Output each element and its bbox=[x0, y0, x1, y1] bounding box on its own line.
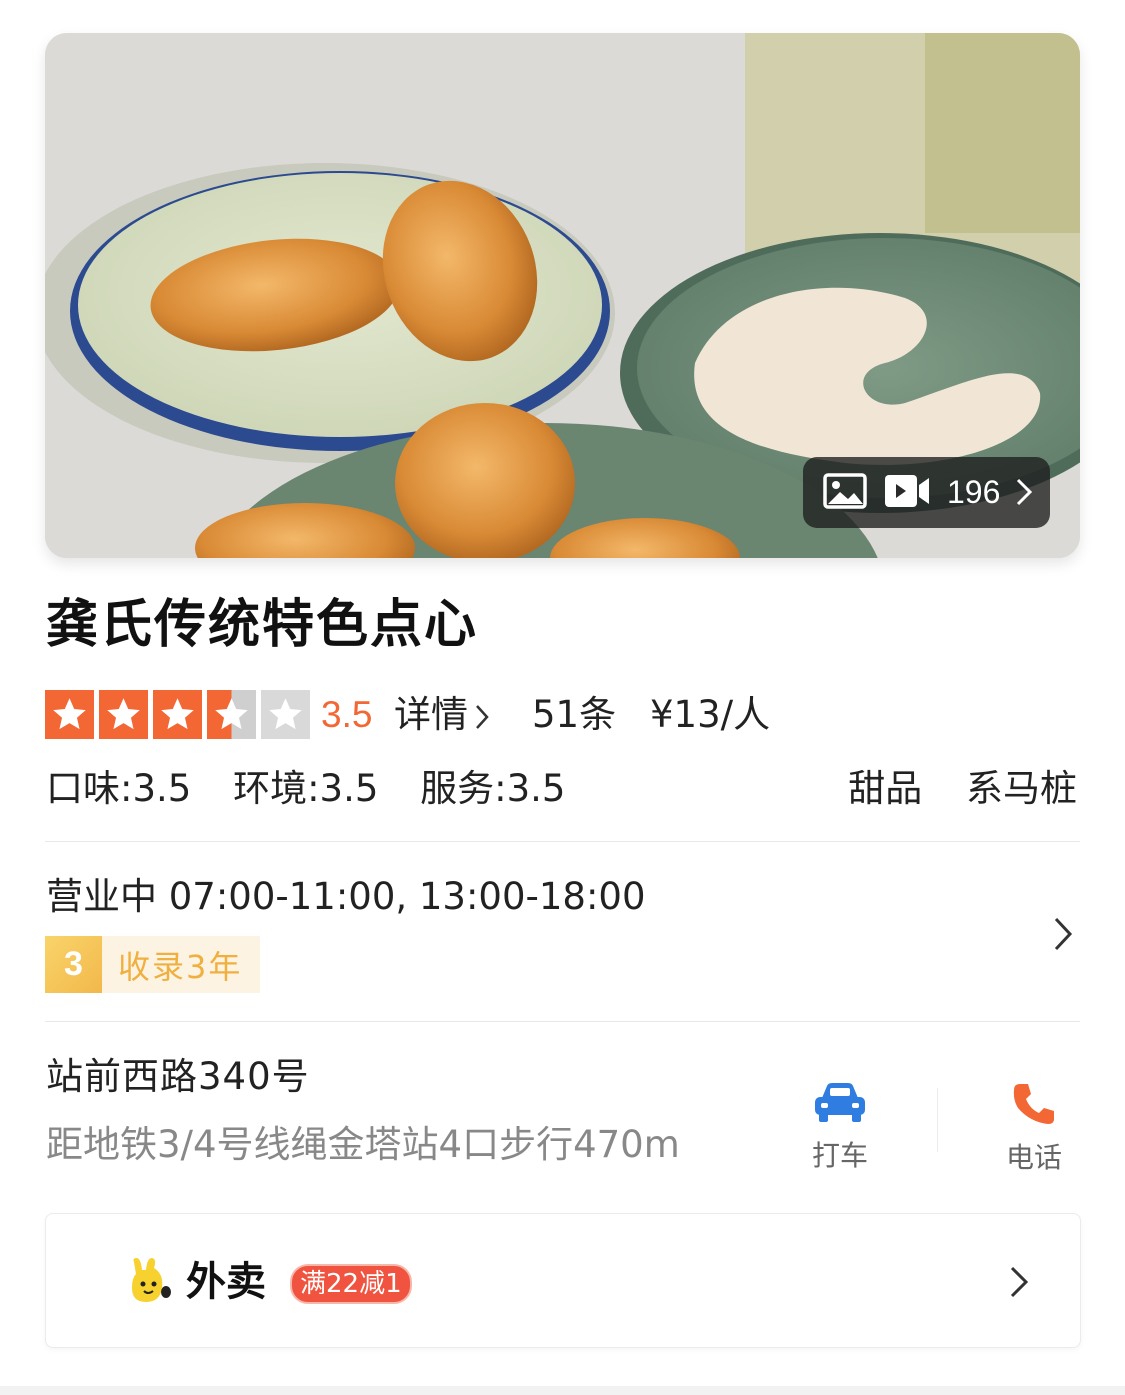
category-tags: 甜品 系马桩 bbox=[816, 766, 1077, 812]
takeout-card[interactable]: 外卖 满22减1 bbox=[45, 1213, 1081, 1348]
star-icon bbox=[45, 690, 94, 739]
action-divider bbox=[937, 1088, 938, 1152]
phone-icon bbox=[1013, 1084, 1054, 1124]
call-label: 电话 bbox=[1005, 1141, 1062, 1174]
badge-text: 收录3年 bbox=[118, 947, 243, 986]
business-hours[interactable]: 营业中 07:00-11:00, 13:00-18:00 bbox=[46, 874, 646, 920]
rating-score: 3.5 bbox=[321, 694, 373, 735]
empty-star-icon bbox=[261, 690, 310, 739]
taxi-button[interactable]: 打车 bbox=[790, 1080, 890, 1174]
section-separator bbox=[0, 1386, 1125, 1395]
chevron-right-icon bbox=[1016, 478, 1033, 506]
shop-name: 龚氏传统特色点心 bbox=[46, 595, 479, 655]
price-per-person: ¥13/人 bbox=[650, 693, 771, 736]
review-details-label: 详情 bbox=[394, 693, 468, 736]
chevron-right-icon bbox=[476, 704, 489, 729]
image-icon bbox=[823, 473, 867, 509]
divider bbox=[45, 1021, 1080, 1022]
media-gallery-button[interactable]: 196 bbox=[803, 457, 1050, 528]
taxi-label: 打车 bbox=[811, 1139, 868, 1172]
chevron-right-icon bbox=[1010, 1266, 1029, 1298]
listed-years-badge: 3 收录3年 bbox=[45, 936, 261, 993]
rating-stars bbox=[45, 690, 315, 740]
call-button[interactable]: 电话 bbox=[984, 1080, 1084, 1176]
takeout-label: 外卖 bbox=[186, 1259, 266, 1305]
review-count: 51条 bbox=[532, 693, 617, 736]
badge-number: 3 bbox=[45, 936, 102, 993]
hero-photo[interactable]: 196 bbox=[45, 33, 1080, 558]
environment-score: 环境:3.5 bbox=[233, 767, 379, 810]
star-icon bbox=[99, 690, 148, 739]
takeout-mascot-icon bbox=[132, 1258, 171, 1302]
address[interactable]: 站前西路340号 bbox=[46, 1054, 310, 1100]
chevron-right-icon[interactable] bbox=[1052, 915, 1074, 953]
video-icon bbox=[885, 475, 929, 507]
half-star-icon bbox=[207, 690, 256, 739]
tag-area[interactable]: 系马桩 bbox=[966, 767, 1077, 810]
car-icon bbox=[815, 1083, 865, 1122]
divider bbox=[45, 841, 1080, 842]
star-icon bbox=[153, 690, 202, 739]
review-details-link[interactable]: 详情 bbox=[394, 692, 490, 738]
sub-scores: 口味:3.5 环境:3.5 服务:3.5 bbox=[46, 766, 595, 812]
metro-distance: 距地铁3/4号线绳金塔站4口步行470m bbox=[46, 1123, 680, 1166]
promo-badge: 满22减1 bbox=[290, 1264, 412, 1304]
service-score: 服务:3.5 bbox=[420, 767, 566, 810]
tag-category[interactable]: 甜品 bbox=[848, 767, 922, 810]
taste-score: 口味:3.5 bbox=[46, 767, 192, 810]
media-count: 196 bbox=[947, 474, 1001, 510]
